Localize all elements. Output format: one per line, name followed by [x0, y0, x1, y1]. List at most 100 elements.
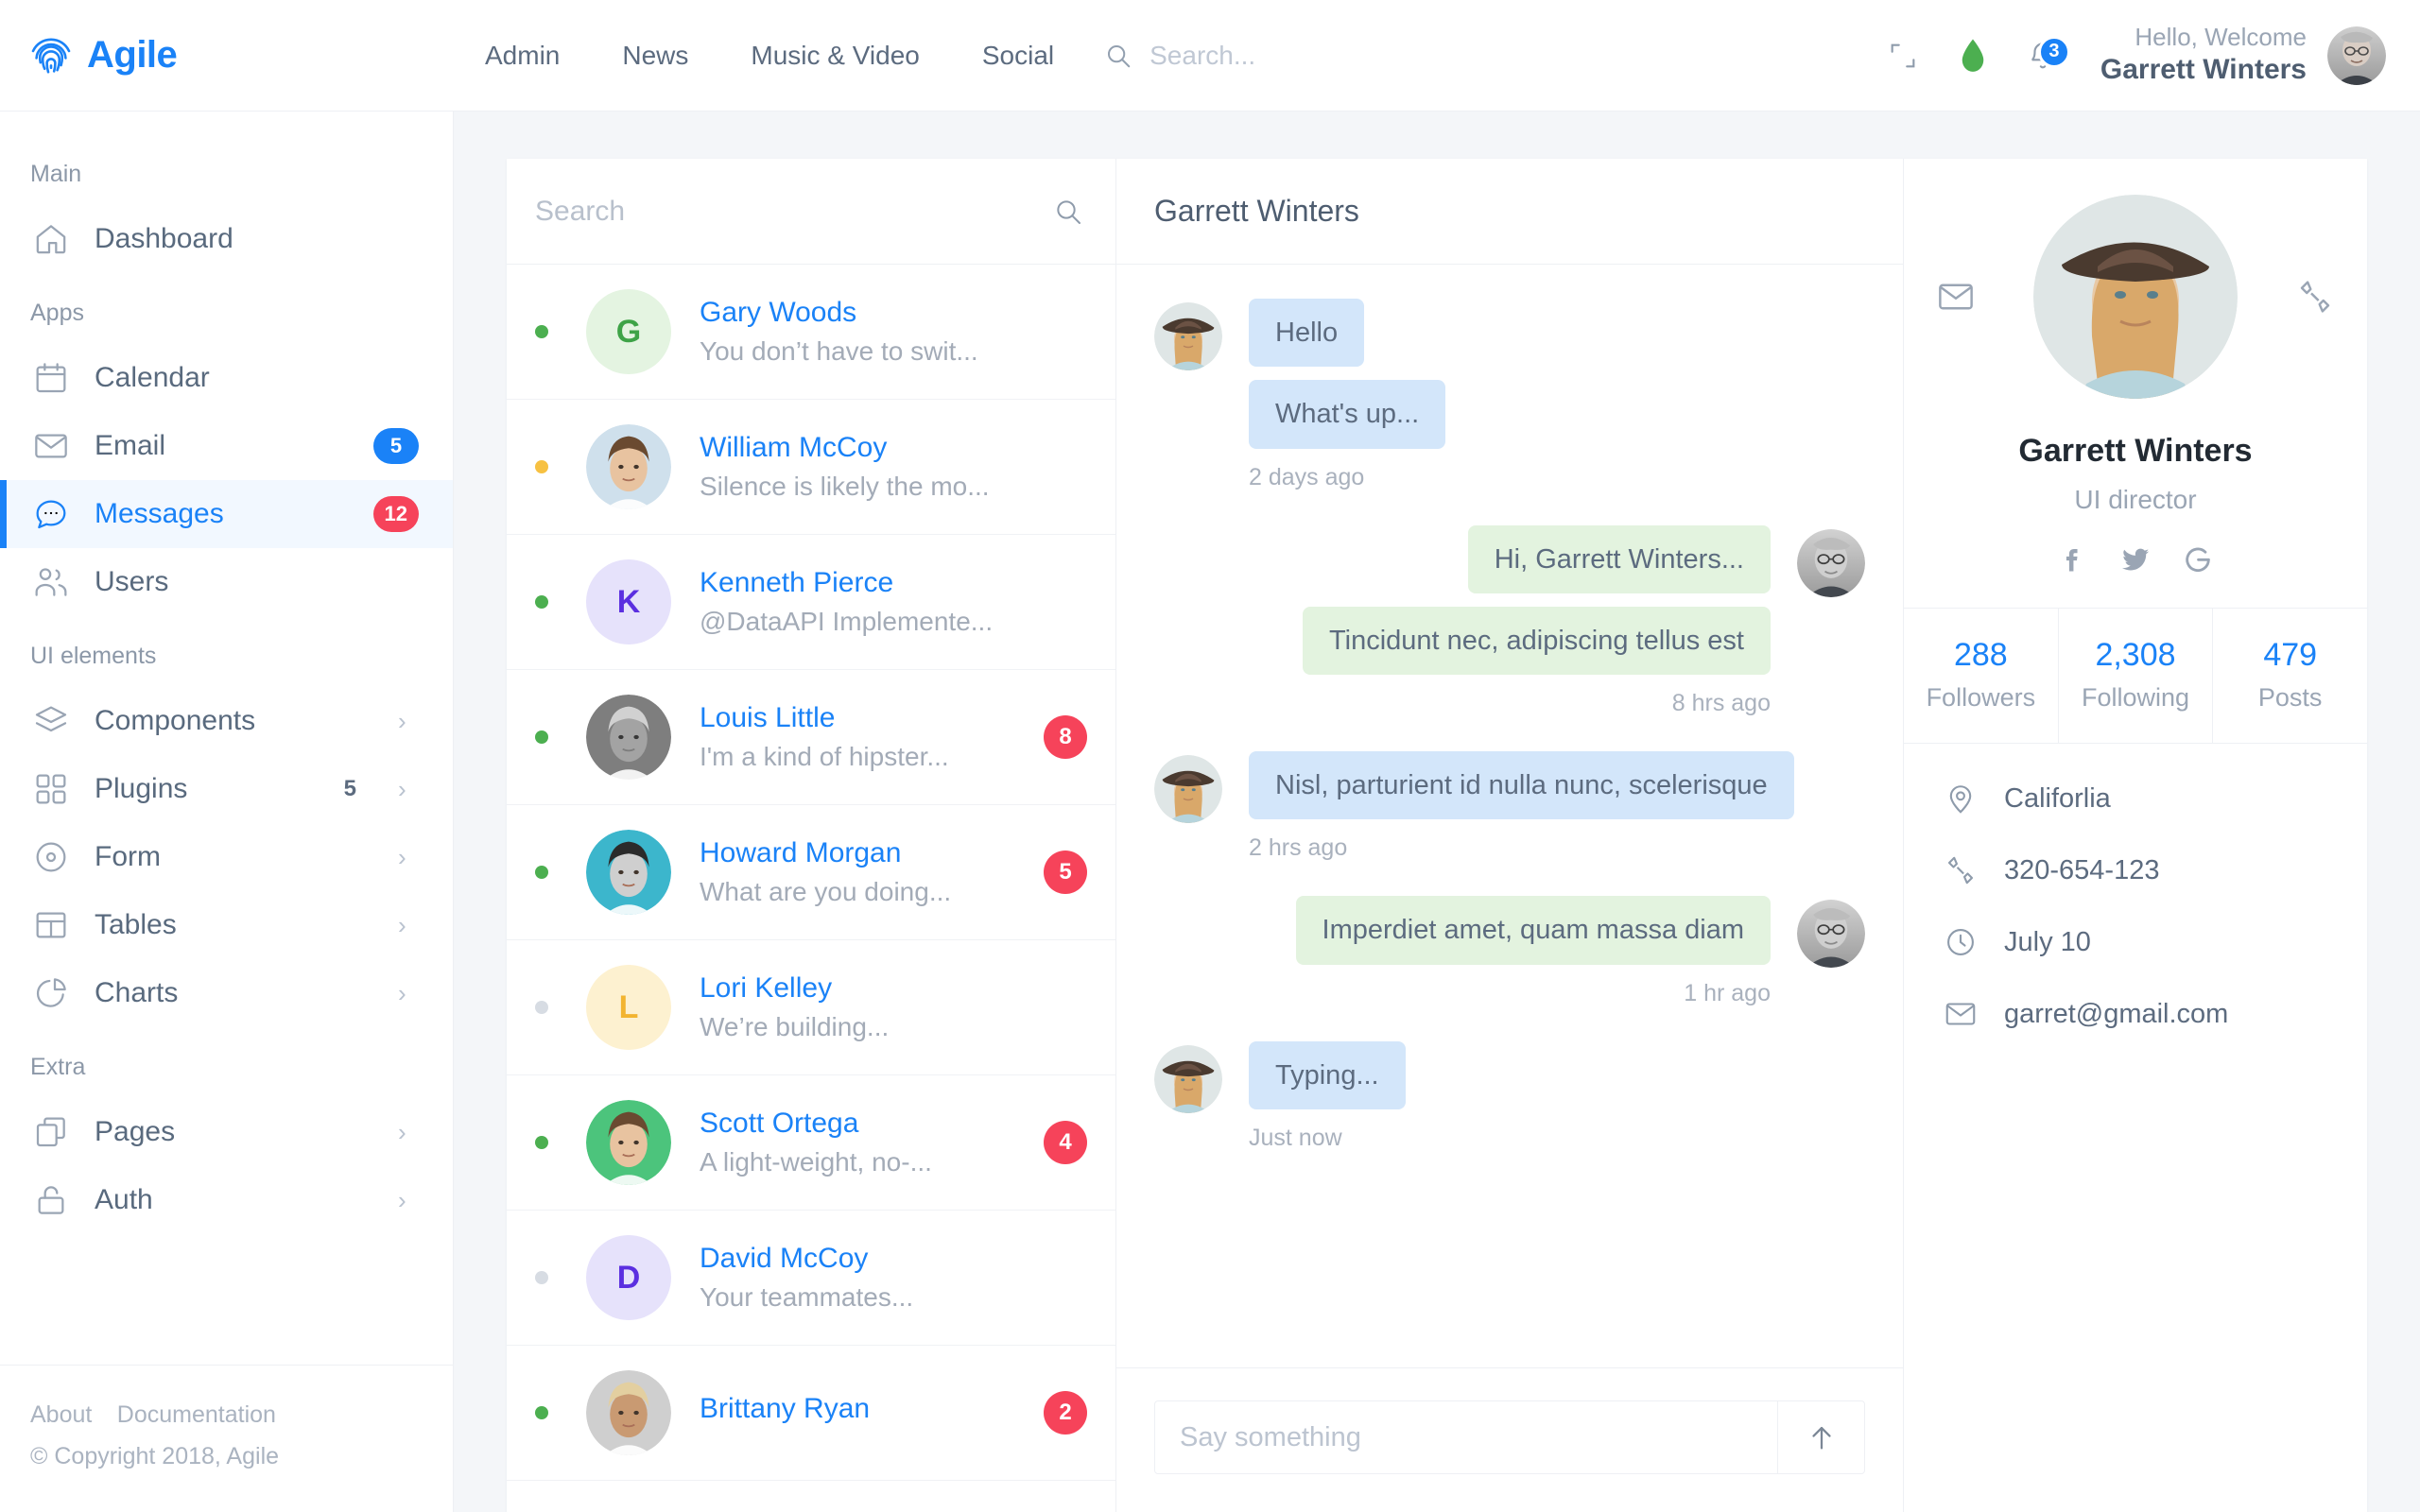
sidebar-item-email[interactable]: Email 5 [0, 412, 453, 480]
message-column: Typing... Just now [1249, 1040, 1406, 1169]
sidebar-item-components[interactable]: Components › [0, 687, 453, 755]
arrow-up-icon [1806, 1421, 1838, 1453]
message-composer[interactable] [1154, 1400, 1865, 1474]
unread-badge: 4 [1044, 1121, 1087, 1164]
conversation-name: Howard Morgan [700, 837, 902, 868]
phone-handset-icon[interactable] [2295, 277, 2335, 317]
conversation-list-pane: G Gary Woods You don’t have to swit... Will… [507, 159, 1116, 1512]
stat-following[interactable]: 2,308 Following [2059, 609, 2214, 743]
stat-followers[interactable]: 288 Followers [1904, 609, 2059, 743]
message-input[interactable] [1155, 1401, 1777, 1473]
sidebar-scroll: Main Dashboard Apps Calendar Email 5 Messages 1… [0, 112, 453, 1365]
envelope-icon [30, 425, 72, 467]
nav-item-music-video[interactable]: Music & Video [719, 41, 950, 71]
chevron-right-icon: › [398, 843, 406, 871]
profile-name: Garrett Winters [2018, 433, 2253, 469]
profile-info-location: Califorlia [1942, 780, 2329, 817]
conversation-scroll[interactable]: G Gary Woods You don’t have to swit... Will… [507, 265, 1115, 1512]
conversation-item[interactable]: Howard Morgan What are you doing... 5 [507, 805, 1115, 940]
conversation-item[interactable]: Scott Ortega A light-weight, no-... 4 [507, 1075, 1115, 1211]
conversation-preview: We’re building... [700, 1012, 890, 1041]
sidebar-item-auth[interactable]: Auth › [0, 1166, 453, 1234]
body-region: Main Dashboard Apps Calendar Email 5 Messages 1… [0, 112, 2420, 1512]
fingerprint-icon [28, 33, 74, 78]
man-glasses-avatar [1797, 900, 1865, 969]
conversation-item[interactable]: Louis Little I'm a kind of hipster... 8 [507, 670, 1115, 805]
chevron-right-icon: › [398, 979, 406, 1007]
profile-socials [1936, 543, 2335, 608]
send-button[interactable] [1777, 1401, 1864, 1473]
sidebar-item-plugins[interactable]: Plugins 5 › [0, 755, 453, 823]
sidebar-item-label: Components [95, 705, 256, 736]
conversation-avatar [586, 424, 671, 509]
message-bubble: What's up... [1249, 380, 1446, 449]
lock-icon [30, 1179, 72, 1221]
conversation-text: Louis Little I'm a kind of hipster... [700, 702, 1044, 772]
sidebar-item-users[interactable]: Users [0, 548, 453, 616]
conversation-item[interactable]: K Kenneth Pierce @DataAPI Implemente... [507, 535, 1115, 670]
nav-item-admin[interactable]: Admin [454, 41, 591, 71]
conversation-search-input[interactable] [535, 195, 1053, 228]
conversation-name: William McCoy [700, 432, 888, 463]
sidebar-item-form[interactable]: Form › [0, 823, 453, 891]
footer-link-about[interactable]: About [30, 1401, 92, 1428]
sidebar-item-dashboard[interactable]: Dashboard [0, 205, 453, 273]
message-column: Nisl, parturient id nulla nunc, sceleris… [1249, 751, 1794, 879]
sidebar: Main Dashboard Apps Calendar Email 5 Messages 1… [0, 112, 454, 1512]
calendar-icon [30, 357, 72, 399]
chevron-right-icon: › [398, 775, 406, 803]
notifications-bell[interactable]: 3 [2008, 35, 2078, 72]
conversation-search[interactable] [507, 159, 1115, 265]
conversation-avatar [586, 695, 671, 780]
conversation-avatar: K [586, 559, 671, 644]
message-column: Hello What's up... 2 days ago [1249, 299, 1446, 508]
conversation-item[interactable]: Brittany Ryan 2 [507, 1346, 1115, 1481]
conversation-name: Scott Ortega [700, 1108, 859, 1139]
conversation-avatar [586, 830, 671, 915]
sidebar-item-pages[interactable]: Pages › [0, 1098, 453, 1166]
green-drop-icon[interactable] [1938, 38, 2008, 74]
conversation-text: Brittany Ryan [700, 1393, 1044, 1433]
nav-item-social[interactable]: Social [951, 41, 1085, 71]
stat-posts[interactable]: 479 Posts [2213, 609, 2367, 743]
sidebar-item-calendar[interactable]: Calendar [0, 344, 453, 412]
sidebar-item-tables[interactable]: Tables › [0, 891, 453, 959]
facebook-icon[interactable] [2057, 543, 2089, 576]
twitter-icon[interactable] [2119, 543, 2152, 576]
conversation-item[interactable]: L Lori Kelley We’re building... [507, 940, 1115, 1075]
chevron-right-icon: › [398, 911, 406, 939]
sidebar-item-charts[interactable]: Charts › [0, 959, 453, 1027]
search-icon[interactable] [1053, 197, 1083, 227]
unread-badge: 5 [1044, 850, 1087, 894]
presence-dot [535, 1136, 548, 1149]
presence-dot [535, 460, 548, 473]
woman-hat-avatar [1154, 755, 1222, 823]
expand-collapse-icon[interactable] [1868, 40, 1938, 72]
sidebar-item-label: Form [95, 841, 161, 872]
conversation-preview: @DataAPI Implemente... [700, 607, 994, 636]
sidebar-group-title: UI elements [30, 643, 157, 669]
message-group-incoming: Typing... Just now [1154, 1040, 1865, 1169]
conversation-item[interactable]: G Gary Woods You don’t have to swit... [507, 265, 1115, 400]
user-avatar[interactable] [2327, 26, 2386, 85]
google-icon[interactable] [2182, 543, 2214, 576]
stat-posts-value: 479 [2263, 637, 2318, 673]
global-search[interactable]: Search... [1104, 41, 1255, 71]
conversation-avatar: L [586, 965, 671, 1050]
greeting-text: Hello, Welcome [2135, 23, 2307, 52]
user-greeting[interactable]: Hello, Welcome Garrett Winters [2100, 23, 2307, 87]
sidebar-item-messages[interactable]: Messages 12 [0, 480, 453, 548]
home-icon [30, 218, 72, 260]
footer-link-documentation[interactable]: Documentation [117, 1401, 276, 1428]
sidebar-item-label: Charts [95, 977, 179, 1008]
conversation-item[interactable]: William McCoy Silence is likely the mo... [507, 400, 1115, 535]
nav-item-news[interactable]: News [591, 41, 719, 71]
message-group-outgoing: Hi, Garrett Winters... Tincidunt nec, adi… [1154, 524, 1865, 735]
brand[interactable]: Agile [0, 33, 454, 78]
bell-count-badge: 3 [2037, 35, 2070, 68]
conversation-preview: You don’t have to swit... [700, 336, 978, 366]
envelope-icon[interactable] [1936, 277, 1976, 317]
sidebar-group-title: Extra [30, 1054, 86, 1080]
brand-name: Agile [87, 34, 178, 76]
conversation-item[interactable]: D David McCoy Your teammates... [507, 1211, 1115, 1346]
